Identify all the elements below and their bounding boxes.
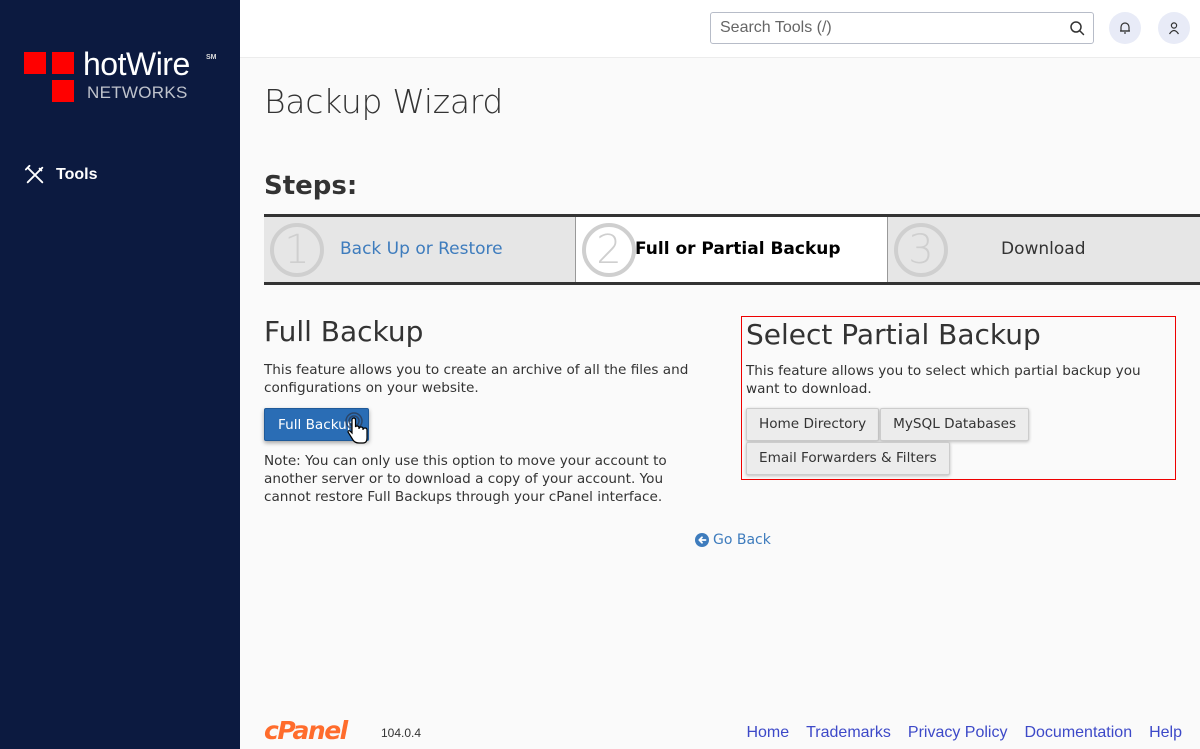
sidebar: hotWire SM NETWORKS Tools xyxy=(0,0,240,749)
footer-link-home[interactable]: Home xyxy=(746,724,789,742)
step-number-icon: 1 xyxy=(270,223,324,277)
footer-link-privacy-policy[interactable]: Privacy Policy xyxy=(908,724,1008,742)
step-label: Download xyxy=(1001,239,1086,259)
full-backup-note: Note: You can only use this option to mo… xyxy=(264,453,667,505)
partial-backup-section: Select Partial Backup This feature allow… xyxy=(741,316,1176,480)
search-box[interactable] xyxy=(710,12,1094,44)
step-number-icon: 3 xyxy=(894,223,948,277)
step-full-or-partial-backup: 2 Full or Partial Backup xyxy=(576,217,888,282)
sidebar-item-label: Tools xyxy=(56,166,98,183)
full-backup-button-label: Full Backup xyxy=(278,417,356,433)
go-back-label: Go Back xyxy=(713,532,771,548)
footer-link-help[interactable]: Help xyxy=(1149,724,1182,742)
partial-backup-description: This feature allows you to select which … xyxy=(746,363,1141,397)
logo-square xyxy=(24,52,46,74)
brand-name: hotWire xyxy=(83,46,190,82)
footer-link-documentation[interactable]: Documentation xyxy=(1024,724,1132,742)
steps-heading: Steps: xyxy=(264,171,358,201)
tools-icon xyxy=(24,164,44,184)
go-back-link[interactable]: Go Back xyxy=(695,532,771,548)
full-backup-section: Full Backup This feature allows you to c… xyxy=(264,314,714,506)
full-backup-heading: Full Backup xyxy=(264,315,424,348)
notifications-button[interactable] xyxy=(1109,12,1141,44)
step-back-up-or-restore[interactable]: 1 Back Up or Restore xyxy=(264,217,576,282)
brand-trademark: SM xyxy=(206,54,217,61)
partial-backup-buttons: Home Directory MySQL DatabasesEmail Forwa… xyxy=(746,408,1046,476)
search-input[interactable] xyxy=(711,19,1051,37)
arrow-circle-left-icon xyxy=(695,533,709,547)
logo-square xyxy=(52,52,74,74)
logo-square xyxy=(52,80,74,102)
cpanel-logo[interactable]: cPanel xyxy=(264,716,348,745)
brand-logo[interactable]: hotWire SM NETWORKS xyxy=(24,46,224,107)
mysql-databases-button[interactable]: MySQL Databases xyxy=(880,408,1030,441)
search-icon[interactable] xyxy=(1069,20,1085,36)
footer-links: Home Trademarks Privacy Policy Documenta… xyxy=(746,724,1182,742)
bell-icon xyxy=(1120,22,1130,34)
footer: cPanel 104.0.4 Home Trademarks Privacy P… xyxy=(264,716,1200,746)
footer-link-trademarks[interactable]: Trademarks xyxy=(806,724,891,742)
step-label: Full or Partial Backup xyxy=(635,239,841,259)
step-download: 3 Download xyxy=(888,217,1200,282)
brand-subtitle: NETWORKS xyxy=(87,83,188,102)
full-backup-button[interactable]: Full Backup xyxy=(264,408,370,444)
step-label[interactable]: Back Up or Restore xyxy=(340,217,503,282)
user-icon xyxy=(1168,22,1180,35)
user-menu-button[interactable] xyxy=(1158,12,1190,44)
top-bar xyxy=(240,0,1200,58)
cpanel-version: 104.0.4 xyxy=(381,726,422,740)
home-directory-button[interactable]: Home Directory xyxy=(746,408,880,441)
sidebar-item-tools[interactable]: Tools xyxy=(24,164,97,186)
partial-backup-heading: Select Partial Backup xyxy=(746,318,1041,351)
email-forwarders-filters-button[interactable]: Email Forwarders & Filters xyxy=(746,442,950,475)
wizard-steps: 1 Back Up or Restore 2 Full or Partial B… xyxy=(264,214,1200,285)
full-backup-description: This feature allows you to create an arc… xyxy=(264,362,689,396)
page-title: Backup Wizard xyxy=(264,82,504,121)
step-number-icon: 2 xyxy=(582,223,636,277)
